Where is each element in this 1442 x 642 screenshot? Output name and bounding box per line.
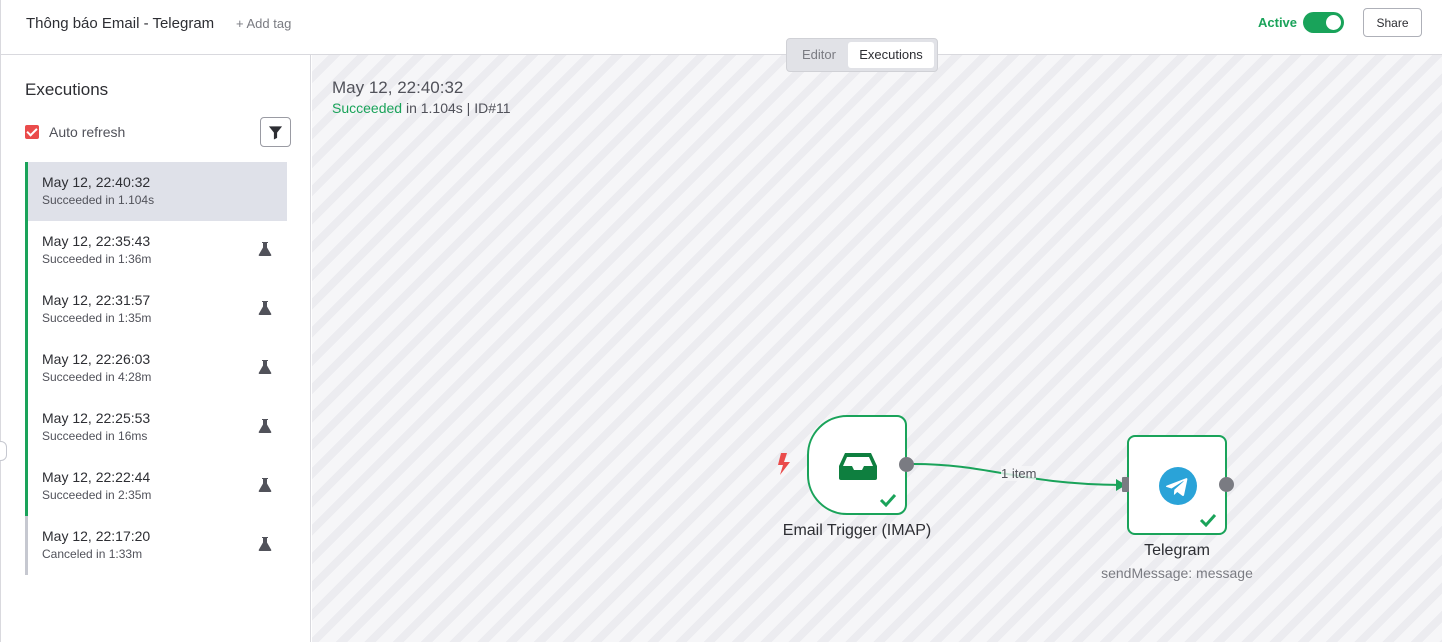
toggle-knob xyxy=(1326,15,1341,30)
active-label: Active xyxy=(1258,15,1298,30)
inbox-icon xyxy=(839,453,877,480)
execution-item[interactable]: May 12, 22:31:57 Succeeded in 1:35m xyxy=(25,280,287,339)
flask-icon[interactable] xyxy=(258,418,272,434)
telegram-subtitle: sendMessage: message xyxy=(1101,565,1253,581)
execution-item[interactable]: May 12, 22:35:43 Succeeded in 1:36m xyxy=(25,221,287,280)
executions-sidebar: Executions Auto refresh May 12, 22:40:32… xyxy=(1,55,311,642)
execution-item[interactable]: May 12, 22:26:03 Succeeded in 4:28m xyxy=(25,339,287,398)
success-check-icon xyxy=(1199,513,1217,527)
success-check-icon xyxy=(879,493,897,507)
trigger-bolt-icon xyxy=(778,453,790,475)
tab-editor[interactable]: Editor xyxy=(790,42,848,68)
filter-button[interactable] xyxy=(260,117,291,147)
email-trigger-label: Email Trigger (IMAP) xyxy=(782,522,932,539)
execution-date: May 12, 22:35:43 xyxy=(42,233,151,249)
execution-status: Succeeded in 1:36m xyxy=(42,252,152,266)
execution-date: May 12, 22:17:20 xyxy=(42,528,151,544)
header-bar: Thông báo Email - Telegram + Add tag Act… xyxy=(1,0,1442,55)
telegram-node[interactable] xyxy=(1127,435,1227,535)
execution-item[interactable]: May 12, 22:22:44 Succeeded in 2:35m xyxy=(25,457,287,516)
execution-status: Succeeded in 1:35m xyxy=(42,311,152,325)
execution-status: Succeeded in 1.104s xyxy=(42,193,155,207)
auto-refresh-label[interactable]: Auto refresh xyxy=(49,124,125,140)
execution-status: Succeeded in 2:35m xyxy=(42,488,152,502)
app-window: Thông báo Email - Telegram + Add tag Act… xyxy=(0,0,1442,642)
execution-date: May 12, 22:25:53 xyxy=(42,410,151,426)
sidebar-title: Executions xyxy=(25,80,109,99)
execution-status: Succeeded in 16ms xyxy=(42,429,148,443)
flask-icon[interactable] xyxy=(258,300,272,316)
email-output-handle[interactable] xyxy=(899,457,914,472)
execution-item[interactable]: May 12, 22:40:32 Succeeded in 1.104s xyxy=(25,162,287,221)
flask-icon[interactable] xyxy=(258,477,272,493)
execution-date: May 12, 22:40:32 xyxy=(42,174,151,190)
execution-date: May 12, 22:22:44 xyxy=(42,469,151,485)
workflow-title[interactable]: Thông báo Email - Telegram xyxy=(26,15,214,32)
add-tag-link[interactable]: + Add tag xyxy=(236,16,291,31)
telegram-icon xyxy=(1159,467,1197,505)
execution-status: Canceled in 1:33m xyxy=(42,547,143,561)
sidebar-collapse-handle[interactable] xyxy=(0,441,7,461)
telegram-input-handle[interactable] xyxy=(1122,477,1129,492)
execution-list: May 12, 22:40:32 Succeeded in 1.104s May… xyxy=(25,162,287,575)
execution-item[interactable]: May 12, 22:25:53 Succeeded in 16ms xyxy=(25,398,287,457)
flask-icon[interactable] xyxy=(258,536,272,552)
execution-item[interactable]: May 12, 22:17:20 Canceled in 1:33m xyxy=(25,516,287,575)
execution-date: May 12, 22:31:57 xyxy=(42,292,151,308)
flask-icon[interactable] xyxy=(258,359,272,375)
email-trigger-node[interactable] xyxy=(807,415,907,515)
auto-refresh-checkbox[interactable] xyxy=(25,125,39,139)
tab-executions[interactable]: Executions xyxy=(848,42,934,68)
execution-status: Succeeded in 4:28m xyxy=(42,370,152,384)
telegram-output-handle[interactable] xyxy=(1219,477,1234,492)
execution-date: May 12, 22:26:03 xyxy=(42,351,151,367)
edge-label: 1 item xyxy=(1001,466,1037,481)
workflow-canvas[interactable]: May 12, 22:40:32 Succeeded in 1.104s | I… xyxy=(312,55,1442,642)
view-tabs: Editor Executions xyxy=(786,38,938,72)
filter-icon xyxy=(268,126,283,140)
share-button[interactable]: Share xyxy=(1363,8,1422,37)
active-toggle[interactable] xyxy=(1303,12,1344,33)
telegram-label: Telegram xyxy=(1144,542,1210,559)
flask-icon[interactable] xyxy=(258,241,272,257)
